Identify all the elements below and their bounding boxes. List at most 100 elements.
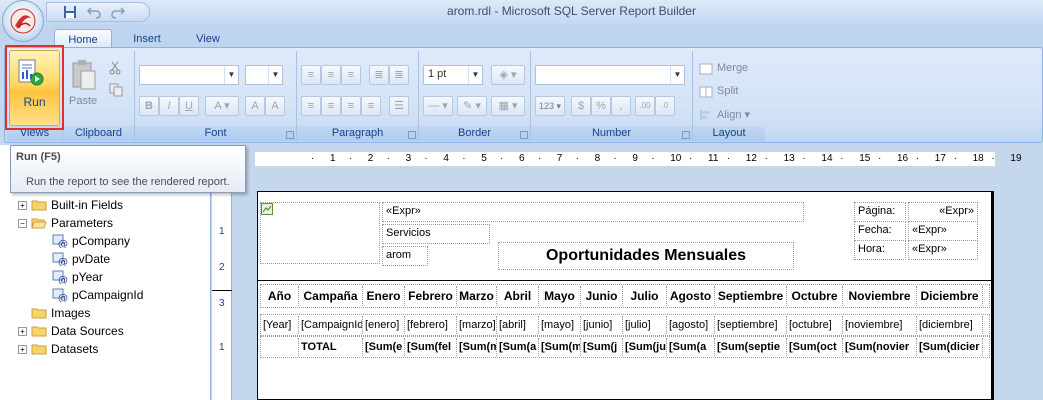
border-style-button[interactable]: — ▾ (423, 96, 453, 116)
detail-cell[interactable]: [febrero] (405, 316, 457, 334)
align-top-button[interactable]: ≡ (301, 65, 321, 85)
column-header[interactable]: Julio (623, 286, 667, 306)
cut-icon[interactable] (109, 61, 121, 75)
expand-icon[interactable]: + (18, 326, 27, 336)
fecha-expr[interactable]: «Expr» (908, 221, 978, 241)
total-cell[interactable]: [Sum(ju (623, 338, 667, 356)
total-cell[interactable]: [Sum(dicier (917, 338, 983, 356)
tree-item-images[interactable]: Images (31, 304, 90, 322)
tree-item-pcompany[interactable]: @ pCompany (52, 232, 130, 250)
detail-cell[interactable]: [abril] (497, 316, 539, 334)
undo-icon[interactable] (87, 5, 101, 19)
column-header[interactable]: Septiembre (715, 286, 787, 306)
total-cell[interactable]: [Sum(m (457, 338, 497, 356)
font-name-combo[interactable]: ▼ (139, 65, 239, 85)
tree-item-datasets[interactable]: + Datasets (18, 340, 98, 358)
font-color-button[interactable]: A ▾ (205, 96, 239, 116)
merge-cells-button[interactable]: Merge (717, 62, 748, 74)
total-cell[interactable]: [Sum(oct (787, 338, 843, 356)
total-cell[interactable]: [Sum(novier (843, 338, 917, 356)
align-middle-button[interactable]: ≡ (321, 65, 341, 85)
tab-insert[interactable]: Insert (122, 29, 172, 49)
tree-item-built-in-fields[interactable]: + Built-in Fields (18, 196, 123, 214)
number-dialog-launcher-icon[interactable] (682, 131, 690, 139)
column-header[interactable]: Agosto (667, 286, 715, 306)
column-header[interactable]: Campaña (299, 286, 363, 306)
column-header[interactable]: Marzo (457, 286, 497, 306)
italic-button[interactable]: I (159, 96, 179, 116)
align-button[interactable]: Align ▾ (717, 108, 750, 121)
align-right-button[interactable]: ≡ (341, 96, 361, 116)
font-size-combo[interactable]: ▼ (245, 65, 283, 85)
comma-style-button[interactable]: , (611, 96, 631, 116)
column-header[interactable]: Febrero (405, 286, 457, 306)
hora-expr[interactable]: «Expr» (908, 240, 978, 260)
pagina-expr[interactable]: «Expr» (908, 202, 978, 222)
column-header[interactable]: Enero (363, 286, 405, 306)
total-cell[interactable]: [Sum(e (363, 338, 405, 356)
border-width-combo[interactable]: 1 pt ▼ (423, 65, 483, 85)
detail-cell[interactable]: [diciembre] (917, 316, 983, 334)
save-icon[interactable] (63, 5, 77, 19)
fill-color-button[interactable]: ◈ ▾ (491, 65, 525, 85)
tree-item-pyear[interactable]: @ pYear (52, 268, 103, 286)
total-cell[interactable]: [Sum(a (497, 338, 539, 356)
header-expr-textbox[interactable]: «Expr» (382, 202, 804, 222)
expand-icon[interactable]: + (18, 200, 27, 210)
font-dialog-launcher-icon[interactable] (286, 131, 294, 139)
collapse-icon[interactable]: − (18, 218, 27, 228)
detail-cell[interactable]: [julio] (623, 316, 667, 334)
paste-label[interactable]: Paste (69, 95, 97, 107)
percent-button[interactable]: % (591, 96, 611, 116)
total-cell[interactable]: TOTAL (299, 338, 363, 356)
shrink-font-button[interactable]: A (265, 96, 285, 116)
decrease-indent-button[interactable]: ≣ (369, 65, 389, 85)
align-center-button[interactable]: ≡ (321, 96, 341, 116)
justify-button[interactable]: ≡ (361, 96, 381, 116)
total-cell[interactable]: [Sum(a (667, 338, 715, 356)
split-cells-button[interactable]: Split (717, 85, 738, 97)
tree-item-pcampaignid[interactable]: @ pCampaignId (52, 286, 143, 304)
total-cell[interactable]: [Sum(septie (715, 338, 787, 356)
align-left-button[interactable]: ≡ (301, 96, 321, 116)
logo-image[interactable] (260, 202, 380, 264)
column-header[interactable]: Abril (497, 286, 539, 306)
detail-cell[interactable]: [noviembre] (843, 316, 917, 334)
decrease-decimal-button[interactable]: .0 (655, 96, 675, 116)
column-header[interactable]: Junio (581, 286, 623, 306)
number-format-combo[interactable]: ▼ (535, 65, 685, 85)
application-button[interactable] (2, 0, 44, 42)
bullets-button[interactable]: ☰ (389, 96, 409, 116)
increase-indent-button[interactable]: ≣ (389, 65, 409, 85)
tree-item-data-sources[interactable]: + Data Sources (18, 322, 124, 340)
paste-icon[interactable] (71, 59, 97, 91)
grow-font-button[interactable]: A (245, 96, 265, 116)
bold-button[interactable]: B (139, 96, 159, 116)
detail-cell[interactable]: [CampaignId (299, 316, 363, 334)
column-header[interactable]: Noviembre (843, 286, 917, 306)
border-color-button[interactable]: ✎ ▾ (457, 96, 487, 116)
expand-icon[interactable]: + (18, 344, 27, 354)
detail-cell[interactable]: [enero] (363, 316, 405, 334)
detail-cell[interactable]: [junio] (581, 316, 623, 334)
detail-cell[interactable]: [septiembre] (715, 316, 787, 334)
total-cell[interactable]: [Sum(j (581, 338, 623, 356)
detail-cell[interactable]: [agosto] (667, 316, 715, 334)
placeholder-format-button[interactable]: 123 ▾ (535, 96, 565, 116)
increase-decimal-button[interactable]: .00 (635, 96, 655, 116)
tree-item-pvdate[interactable]: @ pvDate (52, 250, 110, 268)
tab-view[interactable]: View (184, 29, 232, 49)
detail-cell[interactable]: [octubre] (787, 316, 843, 334)
borders-button[interactable]: ▦ ▾ (491, 96, 525, 116)
column-header[interactable]: Octubre (787, 286, 843, 306)
total-cell[interactable]: [Sum(fel (405, 338, 457, 356)
detail-cell[interactable]: [mayo] (539, 316, 581, 334)
redo-icon[interactable] (111, 5, 125, 19)
align-bottom-button[interactable]: ≡ (341, 65, 361, 85)
total-cell[interactable] (261, 338, 299, 356)
report-body[interactable]: «Expr» Servicios arom Oportunidades Mens… (257, 191, 994, 400)
detail-cell[interactable]: [Year] (261, 316, 299, 334)
servicios-textbox[interactable]: Servicios (382, 224, 490, 244)
border-dialog-launcher-icon[interactable] (520, 131, 528, 139)
paragraph-dialog-launcher-icon[interactable] (408, 131, 416, 139)
